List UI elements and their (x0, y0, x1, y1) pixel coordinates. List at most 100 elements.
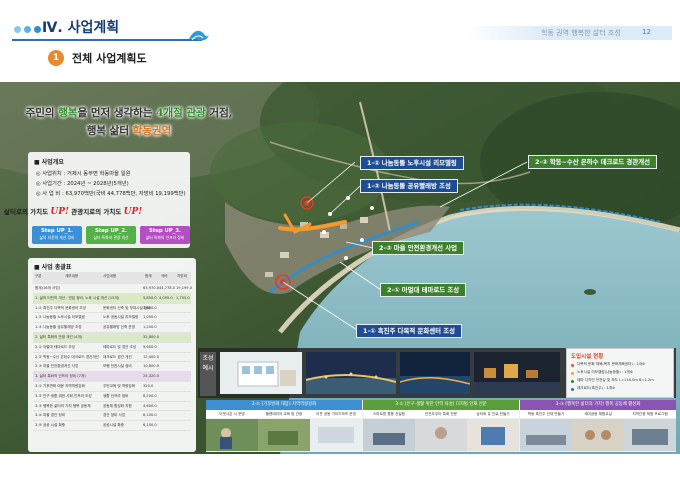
table-cell: 2. 삶터 특화의 관광 개선 (4개) (35, 334, 83, 339)
program-photo (624, 419, 676, 451)
program-head-2: 3-② [인구·생활 위한 인력 육성] 디지털 인재 전문 (363, 400, 519, 410)
table-cell: 6,100.0 (143, 413, 157, 418)
program-sub: 이웃 공동 가이드하프 운영 (310, 410, 362, 418)
callout-community-remodel[interactable]: 1-② 나눔동뜰 노후시설 리모델링 (360, 156, 464, 170)
table-cell: 1,050.0 (143, 315, 157, 320)
program-sub: 이웃사촌 시 운영 (206, 410, 258, 418)
rendering-image-building (220, 352, 302, 394)
budget-table: 구분 세부내용 사업내용 합계 국비 지방비 합계(16개 사업) 63,970.… (33, 272, 192, 431)
table-cell: 32,800.0 (143, 334, 160, 339)
step-up-2: Step UP_2. 삶터 특화의 관광 개선 (86, 226, 136, 244)
callout-safety-improvement[interactable]: 2-③ 마을 안전환경개선 사업 (372, 241, 464, 255)
table-cell: 4,095.0 (159, 295, 173, 300)
legend-heading: 도입시설 현황 (571, 354, 604, 360)
callout-culture-center[interactable]: 1-① 흑진주 다목적 문화센터 조성 (356, 324, 462, 338)
legend-item: 테마 디자인 안전길 및 보도 L=116.0m B=1.2m (577, 378, 654, 382)
callout-shared-laundry[interactable]: 1-③ 나눔동뜰 공유빨래방 조성 (360, 179, 458, 193)
slogan: 주민의 행복을 먼저 생각하는 4개절 관광 거점, 행복 삶터 학동권역 (25, 107, 233, 137)
table-row: 3-⑤ 공공 시설 확충 공공시설 확충 6,100.0 (33, 421, 191, 431)
program-sub: 세대공동 체험교실 (572, 410, 624, 418)
legend-dot-culture (571, 364, 574, 367)
table-row: 합계(16개 사업) 63,970.0 44,778.0 19,199.0 (33, 284, 192, 294)
table-cell: 1,755.0 (176, 295, 190, 300)
table-cell: 1,200.0 (143, 325, 157, 330)
legend-dot-theme-road (571, 380, 574, 383)
table-cell: 1-① 흑진주 다목적 문화센터 조성 (35, 305, 87, 310)
table-cell: 생활 인프라 정비 (103, 393, 129, 398)
page: Ⅳ. 사업계획 힉동 권역 행복한 삶터 조성 12 1 전체 사업계획도 1-… (0, 0, 680, 480)
table-cell: 3-② 인구·생활 위한 사회 인프라 조성 (35, 393, 92, 398)
table-cell: 9,600.0 (143, 344, 157, 349)
legend-item: 데크로드(흑진주) : 1개소 (577, 386, 616, 390)
table-cell: 공공시설 확충 (103, 423, 124, 428)
table-cell: 1-② 나눔동뜰 노후시설 리모델링 (35, 315, 85, 320)
callout-deck-road[interactable]: 2-② 학동~수산 은하수 데크로드 경관개선 (528, 155, 657, 169)
table-row: 1-③ 나눔동뜰 공유빨래방 조성 공유빨래방 신축 운영 1,200.0 (33, 323, 191, 333)
program-sub: 안전도우미 특화 전문 (415, 410, 467, 418)
program-photo (206, 419, 258, 451)
program-sub: 플랜테리어 교육 및 관광 (258, 410, 310, 418)
rendering-label: 조성예시 (200, 352, 216, 396)
table-cell: 2-② 학동~수산 은하수 데크로드 경관개선 (35, 354, 99, 359)
table-cell: 25,320.0 (143, 374, 160, 379)
table-cell: 3. 삶터 특화의 인프라 정비 (7개) (35, 374, 86, 379)
table-cell: 합계(16개 사업) (35, 286, 61, 290)
table-cell: 보행 안전시설 정비 (103, 364, 132, 369)
facility-legend: 도입시설 현황 다목적 문화 체육(복지 문화체육센터) : 1개소 노후시설 … (566, 348, 674, 398)
table-cell: 2-① 아멀대 테마로드 조성 (35, 344, 75, 349)
rendering-image-seaside (400, 352, 470, 394)
table-row: 3-③ 행복한 삶터의 가치 행복 공동체 공동체 활성화 지원 4,600.0 (33, 402, 191, 412)
table-row: 1-① 흑진주 다목적 문화센터 조성 문화센터 신축 및 부대시설 정비 3,60… (33, 304, 191, 314)
table-row: 2. 삶터 특화의 관광 개선 (4개) 32,800.0 (33, 332, 191, 343)
table-row: 3-① 기후변화 대응 지역역량강화 주민교육 및 역량강화 320.0 (33, 382, 191, 392)
table-cell: 10,800.0 (143, 364, 160, 369)
header-dots-decoration (14, 26, 41, 33)
table-cell: 1. 삶의 터전의 개선 : 빈집 정비, 노후 시설 개선 (15개) (35, 295, 120, 300)
table-cell: 12,400.0 (143, 354, 160, 359)
rendering-image-village-night (474, 352, 560, 394)
table-cell: 320.0 (143, 383, 154, 388)
table-cell: 3-① 기후변화 대응 지역역량강화 (35, 383, 85, 388)
table-header-row: 구분 세부내용 사업내용 합계 국비 지방비 (33, 272, 191, 284)
step-up-1: Step UP_1. 삶의 터전의 개선 정비 (32, 226, 82, 244)
program-photo (572, 419, 624, 451)
step-up-3: Step UP_3. 삶터 특화의 인프라 정비 (140, 226, 190, 244)
table-row: 3. 삶터 특화의 인프라 정비 (7개) 25,320.0 (33, 372, 191, 382)
table-row: 1-② 나눔동뜰 노후시설 리모델링 노후 공동시설 리모델링 1,050.0 (33, 313, 191, 324)
page-number: 12 (642, 28, 651, 36)
table-cell: 3-③ 행복한 삶터의 가치 행복 공동체 (35, 403, 91, 408)
callout-theme-road[interactable]: 2-① 아멀대 테마로드 조성 (380, 283, 467, 297)
legend-dot-deck (571, 388, 574, 391)
overview-heading: ■ 사업개요 (34, 159, 64, 166)
section-title: Ⅳ. 사업계획 (42, 20, 120, 36)
program-sub: 학동 흑진주 인재 만들기 (520, 410, 572, 418)
table-row: 2-① 아멀대 테마로드 조성 테마로드 및 경관 조성 9,600.0 (33, 343, 191, 353)
item-number-badge: 1 (48, 50, 64, 66)
table-cell: 6,100.0 (143, 423, 157, 428)
table-cell: 63,970.0 (143, 286, 160, 290)
table-cell: 테마로드 및 경관 조성 (103, 344, 137, 349)
program-photo (258, 419, 310, 451)
table-cell: 2-③ 마을 안전환경개선 사업 (35, 364, 79, 369)
program-head-1: 3-① [기후변화 대응] 지역역량강화 (206, 400, 362, 410)
program-photo (415, 419, 467, 451)
table-row: 3-④ 마을 경관 정비 경관 정비 사업 6,100.0 (33, 411, 191, 422)
table-cell: 44,778.0 (159, 286, 176, 290)
overview-budget: ◎ 사 업 비 : 63,970백만(국비 44,778백만, 자방비 19,1… (36, 191, 186, 197)
table-cell: 5,850.0 (143, 295, 157, 300)
table-cell: 데크로드 경관 개선 (103, 354, 132, 359)
rendering-image-night-deck (306, 352, 396, 394)
legend-item: 다목적 문화 체육(복지 문화체육센터) : 1개소 (577, 362, 646, 366)
table-cell: 3,600.0 (143, 305, 157, 310)
table-cell: 3-⑤ 공공 시설 확충 (35, 423, 66, 428)
table-cell: 공동체 활성화 지원 (103, 403, 132, 408)
table-cell: 8,200.0 (143, 393, 157, 398)
table-cell: 노후 공동시설 리모델링 (103, 315, 139, 320)
program-sub: 스마트팜 활용 컨설팅 (363, 410, 415, 418)
table-cell: 주민교육 및 역량강화 (103, 383, 136, 388)
program-photo (520, 419, 572, 451)
table-cell: 1-③ 나눔동뜰 공유빨래방 조성 (35, 325, 82, 330)
table-row: 2-② 학동~수산 은하수 데크로드 경관개선 데크로드 경관 개선 12,400.… (33, 353, 191, 363)
header-subtitle: 힉동 권역 행복한 삶터 조성 (541, 29, 621, 37)
wave-icon (189, 30, 209, 41)
